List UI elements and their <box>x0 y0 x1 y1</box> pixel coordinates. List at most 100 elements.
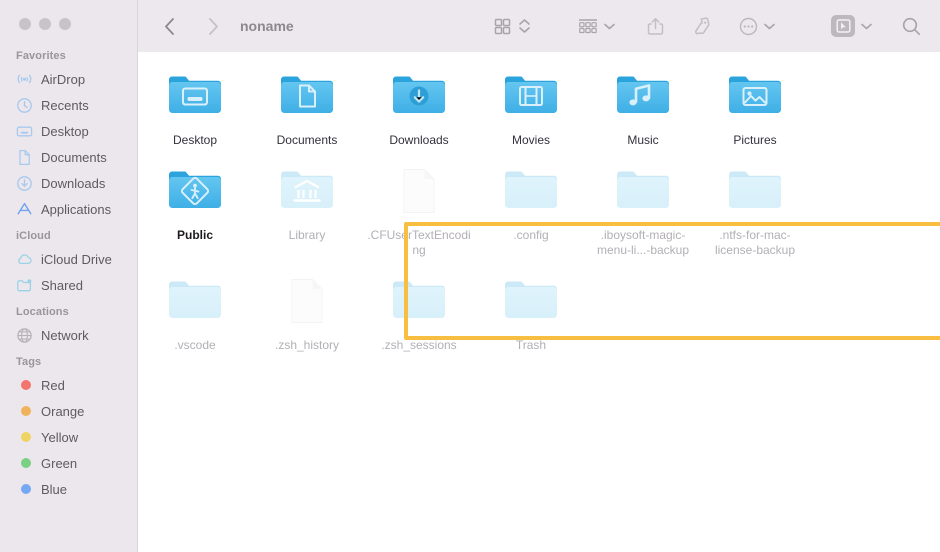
file-item-label: .vscode <box>174 338 216 352</box>
view-controls <box>491 11 533 41</box>
folder-icon <box>275 68 339 128</box>
file-item-vscode[interactable]: .vscode <box>139 265 251 353</box>
globe-icon <box>16 327 33 344</box>
tag-button[interactable] <box>689 11 714 41</box>
tag-dot-icon <box>16 377 33 394</box>
sidebar-item-label: Yellow <box>41 429 79 445</box>
folder-icon <box>723 163 787 223</box>
share-button[interactable] <box>644 11 667 41</box>
file-icon <box>275 273 339 333</box>
sidebar-item-network[interactable]: Network <box>0 322 137 348</box>
file-item-pictures[interactable]: Pictures <box>699 60 811 148</box>
sidebar-sections: Favorites AirDrop Recents Desktop Documents D… <box>0 46 137 502</box>
file-item-zsh-history[interactable]: .zsh_history <box>251 265 363 353</box>
sidebar-item-desktop[interactable]: Desktop <box>0 118 137 144</box>
group-by-chevron[interactable] <box>601 11 618 41</box>
icon-grid-row: Public Library .CFUserTextEncoding .config.… <box>139 155 940 258</box>
grid-view-icon <box>494 18 511 34</box>
file-item-label: .CFUserTextEncoding <box>367 228 471 257</box>
file-item-trash[interactable]: Trash <box>475 265 587 353</box>
group-by-controls <box>575 11 618 41</box>
folder-icon <box>611 163 675 223</box>
chevron-down-icon <box>861 23 872 29</box>
tag-color-swatch <box>21 406 31 416</box>
file-item-iboysoft-magic-menu-li-backup[interactable]: .iboysoft-magic-menu-li...-backup <box>587 155 699 258</box>
file-item-zsh-sessions[interactable]: .zsh_sessions <box>363 265 475 353</box>
file-item-label: Pictures <box>733 133 777 147</box>
chevron-up-down-icon <box>519 19 530 33</box>
sidebar-item-recents[interactable]: Recents <box>0 92 137 118</box>
shared-folder-icon <box>16 277 33 294</box>
search-button[interactable] <box>899 11 924 41</box>
applications-icon <box>16 201 33 218</box>
file-item-documents[interactable]: Documents <box>251 60 363 148</box>
sidebar-item-yellow[interactable]: Yellow <box>0 424 137 450</box>
screen-capture-button[interactable] <box>828 11 858 41</box>
sidebar-item-red[interactable]: Red <box>0 372 137 398</box>
sidebar-item-downloads[interactable]: Downloads <box>0 170 137 196</box>
group-items-icon <box>579 18 597 33</box>
file-item-label: Movies <box>511 133 550 147</box>
view-sort-stepper[interactable] <box>514 11 533 41</box>
group-by-button[interactable] <box>575 11 601 41</box>
sidebar-item-label: Orange <box>41 403 85 419</box>
file-grid-area[interactable]: Desktop Documents Downloads Movies Music Pict… <box>139 52 940 552</box>
file-item-label: .config <box>513 228 549 242</box>
desktop-icon <box>16 123 33 140</box>
sidebar-item-orange[interactable]: Orange <box>0 398 137 424</box>
more-actions-button[interactable] <box>736 11 761 41</box>
sidebar-item-green[interactable]: Green <box>0 450 137 476</box>
sidebar-item-label: Blue <box>41 481 68 497</box>
file-item-music[interactable]: Music <box>587 60 699 148</box>
sidebar-item-blue[interactable]: Blue <box>0 476 137 502</box>
file-item-ntfs-for-mac-license-backup[interactable]: .ntfs-for-mac-license-backup <box>699 155 811 258</box>
file-item-config[interactable]: .config <box>475 155 587 258</box>
minimize-button[interactable] <box>39 18 51 30</box>
folder-icon <box>163 68 227 128</box>
sidebar-item-icloud-drive[interactable]: iCloud Drive <box>0 246 137 272</box>
forward-button[interactable] <box>200 13 226 39</box>
tag-icon <box>695 17 710 35</box>
view-grid-button[interactable] <box>491 11 514 41</box>
maximize-button[interactable] <box>59 18 71 30</box>
sidebar-item-label: Shared <box>41 277 83 293</box>
file-item-library[interactable]: Library <box>251 155 363 258</box>
cloud-icon <box>16 251 33 268</box>
folder-icon <box>275 163 339 223</box>
airdrop-icon <box>16 71 33 88</box>
sidebar-item-label: Documents <box>41 149 107 165</box>
file-item-downloads[interactable]: Downloads <box>363 60 475 148</box>
file-item-label: Desktop <box>172 133 218 147</box>
sidebar-item-applications[interactable]: Applications <box>0 196 137 222</box>
file-item-label: .ntfs-for-mac-license-backup <box>714 228 796 257</box>
file-item-label: Music <box>627 133 659 147</box>
file-item-movies[interactable]: Movies <box>475 60 587 148</box>
sidebar-item-label: Applications <box>41 201 112 217</box>
folder-icon <box>499 273 563 333</box>
document-icon <box>16 149 33 166</box>
folder-icon <box>163 273 227 333</box>
sidebar-item-documents[interactable]: Documents <box>0 144 137 170</box>
sidebar-section-header-locations: Locations <box>16 306 69 318</box>
traffic-lights <box>19 18 71 30</box>
folder-icon <box>387 68 451 128</box>
more-actions-chevron[interactable] <box>761 11 778 41</box>
sidebar-item-airdrop[interactable]: AirDrop <box>0 66 137 92</box>
download-icon <box>16 175 33 192</box>
sidebar-item-shared[interactable]: Shared <box>0 272 137 298</box>
file-item-desktop[interactable]: Desktop <box>139 60 251 148</box>
file-item-label: Downloads <box>389 133 449 147</box>
back-button[interactable] <box>156 13 182 39</box>
file-item-label: Public <box>176 228 213 242</box>
clock-icon <box>16 97 33 114</box>
folder-icon <box>499 68 563 128</box>
share-icon <box>647 17 664 35</box>
file-item-label: .zsh_sessions <box>381 338 457 352</box>
screen-capture-chevron[interactable] <box>858 11 875 41</box>
sidebar-item-label: AirDrop <box>41 71 86 87</box>
file-item-cfusertextencoding[interactable]: .CFUserTextEncoding <box>363 155 475 258</box>
file-item-public[interactable]: Public <box>139 155 251 258</box>
close-button[interactable] <box>19 18 31 30</box>
finder-window: Favorites AirDrop Recents Desktop Documents D… <box>0 0 940 552</box>
tag-color-swatch <box>21 380 31 390</box>
